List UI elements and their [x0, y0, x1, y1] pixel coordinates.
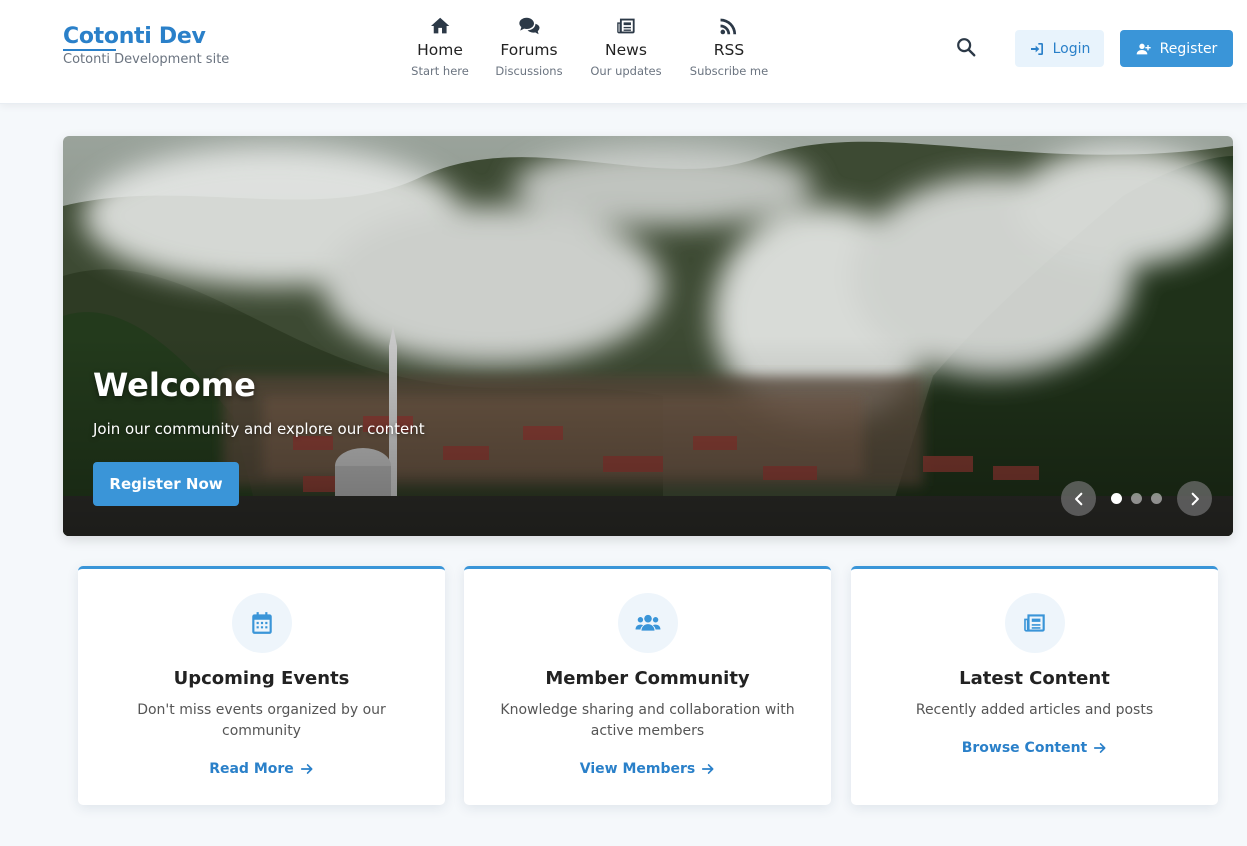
- nav-item-home[interactable]: Home Start here: [411, 12, 469, 78]
- card-link-label: Browse Content: [961, 740, 1088, 756]
- hero-subtitle: Join our community and explore our conte…: [93, 420, 425, 438]
- rss-icon: [690, 12, 768, 40]
- arrow-right-icon: [1094, 743, 1106, 753]
- login-label: Login: [1052, 40, 1091, 57]
- card-upcoming-events: Upcoming Events Don't miss events organi…: [78, 566, 445, 805]
- hero-title: Welcome: [93, 366, 256, 404]
- nav-item-rss[interactable]: RSS Subscribe me: [690, 12, 768, 78]
- login-button[interactable]: Login: [1015, 30, 1104, 67]
- card-icon-wrap: [1004, 593, 1065, 653]
- nav-sublabel: Our updates: [590, 64, 662, 78]
- card-link-label: View Members: [579, 761, 696, 777]
- nav-sublabel: Start here: [411, 64, 469, 78]
- nav-sublabel: Subscribe me: [689, 64, 769, 78]
- carousel-indicator-3[interactable]: [1151, 493, 1162, 504]
- site-header: Cotonti Dev Cotonti Development site Hom…: [0, 0, 1247, 104]
- nav-item-forums[interactable]: Forums Discussions: [495, 12, 563, 78]
- card-title: Latest Content: [959, 668, 1110, 689]
- nav-item-news[interactable]: News Our updates: [590, 12, 662, 78]
- nav-label: Home: [417, 41, 463, 59]
- newspaper-icon: [1023, 614, 1045, 632]
- card-description: Recently added articles and posts: [915, 702, 1154, 718]
- nav-label: RSS: [713, 41, 745, 59]
- nav-label: News: [605, 41, 647, 59]
- carousel-indicator-1[interactable]: [1111, 493, 1122, 504]
- arrow-right-icon: [702, 764, 714, 774]
- search-icon: [957, 38, 976, 57]
- chevron-right-icon: [1191, 492, 1199, 505]
- card-icon-wrap: [617, 593, 678, 653]
- carousel-next-button[interactable]: [1177, 481, 1212, 516]
- card-description: Knowledge sharing and collaboration with…: [500, 702, 795, 739]
- carousel-indicator-2[interactable]: [1131, 493, 1142, 504]
- view-members-link[interactable]: View Members: [464, 761, 831, 777]
- card-title: Upcoming Events: [173, 668, 350, 689]
- users-icon: [635, 614, 660, 631]
- comments-icon: [495, 12, 562, 40]
- newspaper-icon: [590, 12, 661, 40]
- home-icon: [411, 12, 469, 40]
- sign-in-icon: [1030, 42, 1043, 55]
- register-label: Register: [1159, 40, 1218, 57]
- user-plus-icon: [1136, 43, 1151, 54]
- card-member-community: Member Community Knowledge sharing and c…: [464, 566, 831, 805]
- browse-content-link[interactable]: Browse Content: [851, 740, 1218, 756]
- nav-sublabel: Discussions: [495, 64, 563, 78]
- carousel-prev-button[interactable]: [1061, 481, 1096, 516]
- search-button[interactable]: [955, 36, 979, 60]
- card-link-label: Read More: [209, 761, 294, 777]
- card-latest-content: Latest Content Recently added articles a…: [851, 566, 1218, 805]
- hero-carousel: Welcome Join our community and explore o…: [63, 136, 1233, 536]
- read-more-link[interactable]: Read More: [78, 761, 445, 777]
- chevron-left-icon: [1074, 492, 1082, 505]
- register-button[interactable]: Register: [1120, 30, 1233, 67]
- card-icon-wrap: [231, 593, 292, 653]
- card-description: Don't miss events organized by our commu…: [137, 702, 386, 739]
- card-title: Member Community: [545, 668, 750, 689]
- register-now-button[interactable]: Register Now: [93, 462, 239, 506]
- arrow-right-icon: [300, 764, 313, 774]
- calendar-icon: [251, 612, 272, 634]
- nav-label: Forums: [500, 41, 558, 59]
